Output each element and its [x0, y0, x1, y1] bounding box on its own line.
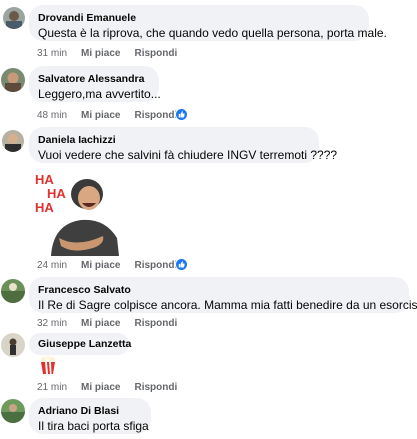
- comment-text: Il Re di Sagre colpisce ancora. Mamma mi…: [38, 298, 417, 312]
- reply-button[interactable]: Rispondi: [134, 48, 177, 60]
- reply-button[interactable]: Rispondi: [134, 260, 177, 272]
- comment-actions: 32 min Mi piace Rispondi: [37, 318, 191, 330]
- comment-text: Questa è la riprova, che quando vedo que…: [38, 26, 387, 40]
- avatar[interactable]: [1, 333, 25, 357]
- comment-time[interactable]: 32 min: [37, 318, 67, 330]
- comment-time[interactable]: 21 min: [37, 382, 67, 394]
- comment-time[interactable]: 48 min: [37, 110, 67, 122]
- avatar[interactable]: [3, 7, 25, 29]
- comment-bubble: Giuseppe Lanzetta: [29, 333, 131, 355]
- comment-bubble: Adriano Di Blasi Il tira baci porta sfig…: [29, 398, 151, 434]
- avatar[interactable]: [1, 399, 25, 423]
- comments-thread: { "comments": [ { "author": "Drovandi Em…: [0, 0, 417, 439]
- comment-actions: 24 min Mi piace Rispondi: [37, 260, 191, 272]
- comment-author[interactable]: Francesco Salvato: [38, 283, 400, 297]
- svg-text:HA: HA: [47, 186, 66, 201]
- comment-author[interactable]: Giuseppe Lanzetta: [38, 337, 131, 351]
- avatar[interactable]: [1, 279, 25, 303]
- like-button[interactable]: Mi piace: [81, 48, 120, 60]
- like-thumb-icon[interactable]: [175, 258, 188, 271]
- comment-bubble: Drovandi Emanuele Questa è la riprova, c…: [29, 5, 387, 41]
- comment-author[interactable]: Salvatore Alessandra: [38, 72, 150, 86]
- comment-author[interactable]: Daniela Iachizzi: [38, 133, 310, 147]
- comment-actions: 21 min Mi piace Rispondi: [37, 382, 191, 394]
- comment-text: Il tira baci porta sfiga: [38, 419, 149, 433]
- reply-button[interactable]: Rispondi: [134, 382, 177, 394]
- svg-text:HA: HA: [35, 172, 54, 187]
- comment-bubble: Salvatore Alessandra Leggero,ma avvertit…: [29, 66, 161, 102]
- like-button[interactable]: Mi piace: [81, 318, 120, 330]
- reply-button[interactable]: Rispondi: [134, 110, 177, 122]
- comment-author[interactable]: Adriano Di Blasi: [38, 404, 142, 418]
- comment-text: Vuoi vedere che salvini fà chiudere INGV…: [38, 148, 338, 162]
- like-button[interactable]: Mi piace: [81, 260, 120, 272]
- comment-actions: 31 min Mi piace Rispondi: [37, 48, 191, 60]
- comment-bubble: Daniela Iachizzi Vuoi vedere che salvini…: [29, 127, 338, 163]
- avatar[interactable]: [1, 68, 25, 92]
- comment-actions: 48 min Mi piace Rispondi: [37, 110, 191, 122]
- laughing-sticker[interactable]: HA HA HA: [33, 168, 121, 256]
- popcorn-emoji-icon: [37, 355, 59, 375]
- comment-bubble: Francesco Salvato Il Re di Sagre colpisc…: [29, 277, 417, 313]
- comment-time[interactable]: 31 min: [37, 48, 67, 60]
- avatar[interactable]: [2, 130, 24, 152]
- comment-time[interactable]: 24 min: [37, 260, 67, 272]
- like-button[interactable]: Mi piace: [81, 382, 120, 394]
- comment-text: Leggero,ma avvertito...: [38, 87, 161, 101]
- like-button[interactable]: Mi piace: [81, 110, 120, 122]
- like-thumb-icon[interactable]: [175, 108, 188, 121]
- comment-author[interactable]: Drovandi Emanuele: [38, 11, 360, 25]
- svg-text:HA: HA: [35, 200, 54, 215]
- reply-button[interactable]: Rispondi: [134, 318, 177, 330]
